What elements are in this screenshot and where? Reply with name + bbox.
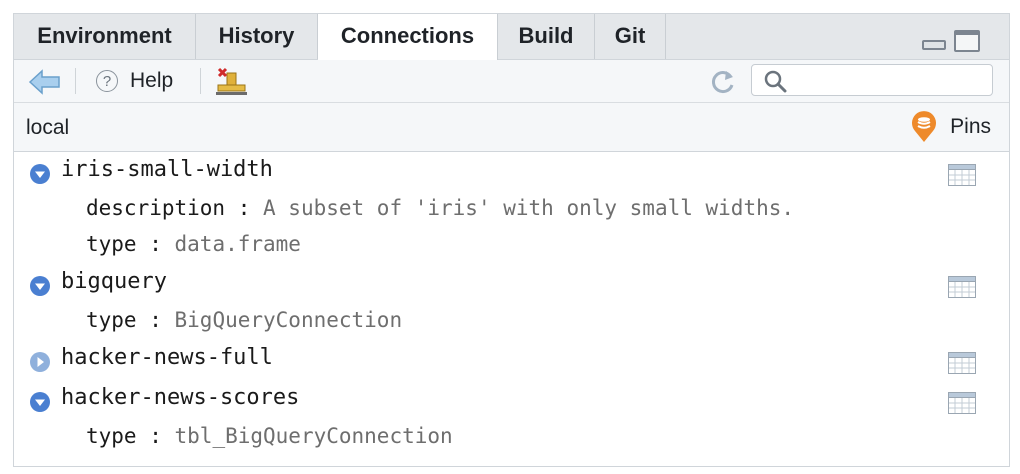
maximize-pane-button[interactable] (954, 30, 980, 52)
tab-history[interactable]: History (196, 14, 318, 59)
help-button[interactable]: ? Help (96, 68, 173, 94)
object-property: type : tbl_BigQueryConnection (86, 424, 453, 448)
object-name: bigquery (61, 269, 167, 294)
help-icon: ? (96, 70, 118, 92)
search-icon (763, 69, 787, 98)
back-arrow-icon[interactable] (28, 69, 62, 100)
object-property: type : BigQueryConnection (86, 308, 403, 332)
table-view-icon[interactable] (948, 276, 976, 303)
connection-header: local Pins (14, 103, 1009, 152)
expand-down-icon[interactable] (29, 391, 51, 418)
expand-down-icon[interactable] (29, 275, 51, 302)
tab-environment[interactable]: Environment (14, 14, 196, 59)
pins-indicator: Pins (910, 111, 991, 143)
toolbar-separator (75, 68, 76, 94)
connections-pane: Environment History Connections Build Gi… (13, 13, 1010, 467)
search-box[interactable] (751, 64, 993, 96)
object-name: hacker-news-scores (61, 385, 300, 410)
pins-icon (912, 111, 937, 142)
list-item[interactable]: iris-small-width (14, 154, 1009, 190)
minimize-pane-button[interactable] (922, 40, 946, 50)
list-item[interactable]: bigquery (14, 266, 1009, 302)
object-property: description : A subset of 'iris' with on… (86, 196, 795, 220)
help-label: Help (130, 69, 174, 92)
toolbar: ? Help (14, 60, 1009, 103)
object-property: type : data.frame (86, 232, 301, 256)
object-name: iris-small-width (61, 157, 273, 182)
expand-right-icon[interactable] (29, 351, 51, 378)
table-view-icon[interactable] (948, 352, 976, 379)
tab-bar: Environment History Connections Build Gi… (14, 14, 1009, 60)
table-view-icon[interactable] (948, 392, 976, 419)
tab-git[interactable]: Git (595, 14, 666, 59)
expand-down-icon[interactable] (29, 163, 51, 190)
pins-label: Pins (950, 115, 991, 138)
object-name: hacker-news-full (61, 345, 273, 370)
toolbar-separator (200, 68, 201, 94)
tab-connections[interactable]: Connections (318, 14, 498, 60)
disconnect-icon[interactable] (214, 67, 250, 102)
list-item[interactable]: hacker-news-full (14, 342, 1009, 378)
tab-build[interactable]: Build (498, 14, 595, 59)
table-view-icon[interactable] (948, 164, 976, 191)
list-item[interactable]: hacker-news-scores (14, 382, 1009, 418)
search-input[interactable] (792, 69, 986, 93)
refresh-icon[interactable] (709, 68, 737, 101)
connection-name: local (26, 116, 70, 139)
